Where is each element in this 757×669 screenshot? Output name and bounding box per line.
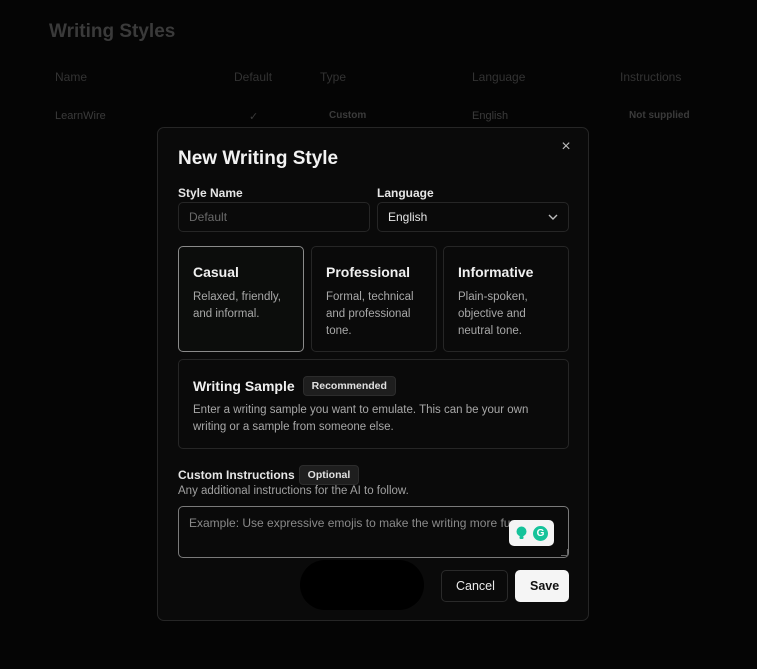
style-option-desc: Relaxed, friendly, and informal.: [193, 291, 281, 320]
row-name: LearnWire: [55, 110, 106, 122]
row-language: English: [472, 110, 509, 122]
writing-sample-desc: Enter a writing sample you want to emula…: [193, 404, 529, 433]
column-header-type: Type: [320, 70, 347, 84]
column-header-instructions: Instructions: [620, 70, 682, 84]
style-option-desc: Formal, technical and professional tone.: [326, 291, 414, 337]
language-select[interactable]: English: [377, 202, 569, 232]
style-option-title: Professional: [326, 264, 411, 280]
style-name-label: Style Name: [178, 186, 243, 200]
cancel-button[interactable]: Cancel: [441, 570, 508, 602]
style-option-title: Informative: [458, 264, 534, 280]
row-instructions: Not supplied: [629, 110, 690, 121]
custom-instructions-title: Custom Instructions: [178, 468, 295, 482]
language-label: Language: [377, 186, 434, 200]
custom-instructions-label: Custom Instructions Optional: [178, 465, 360, 485]
new-writing-style-dialog: × New Writing Style Style Name Language …: [157, 127, 589, 621]
style-option-desc: Plain-spoken, objective and neutral tone…: [458, 291, 528, 337]
optional-badge: Optional: [298, 465, 360, 485]
page-title: Writing Styles: [49, 21, 176, 42]
style-option-title: Casual: [193, 264, 239, 280]
check-icon: ✓: [249, 111, 259, 123]
style-option-casual[interactable]: Casual Relaxed, friendly, and informal.: [178, 246, 304, 352]
writing-sample-option[interactable]: Writing Sample Recommended Enter a writi…: [178, 359, 569, 449]
grammarly-icon: G: [533, 525, 548, 541]
writing-sample-title: Writing Sample: [193, 378, 295, 394]
column-header-name: Name: [55, 70, 88, 84]
grammarly-widget[interactable]: G: [509, 520, 554, 546]
language-value: English: [388, 210, 428, 224]
page: Writing Styles Name Default Type Languag…: [0, 0, 757, 669]
column-header-default: Default: [234, 70, 273, 84]
row-type: Custom: [329, 110, 367, 121]
style-option-informative[interactable]: Informative Plain-spoken, objective and …: [443, 246, 569, 352]
style-option-professional[interactable]: Professional Formal, technical and profe…: [311, 246, 437, 352]
dialog-title: New Writing Style: [178, 148, 339, 169]
lightbulb-icon: [516, 526, 527, 539]
save-button[interactable]: Save: [515, 570, 569, 602]
close-icon[interactable]: ×: [558, 139, 574, 155]
recommended-badge: Recommended: [302, 376, 396, 396]
chevron-down-icon: [548, 214, 558, 220]
style-name-input[interactable]: [178, 202, 370, 232]
custom-instructions-help: Any additional instructions for the AI t…: [178, 485, 409, 497]
resize-handle[interactable]: [561, 549, 568, 556]
column-header-language: Language: [472, 70, 526, 84]
redacted-overlay: [300, 560, 424, 610]
